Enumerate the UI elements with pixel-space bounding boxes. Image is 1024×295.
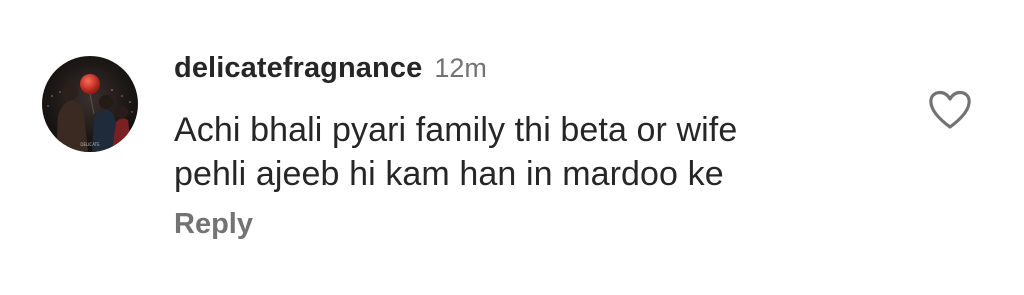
like-button[interactable] <box>928 90 972 130</box>
comment-text-line: Achi bhali pyari family thi beta or wife <box>174 111 738 149</box>
username-link[interactable]: delicatefragnance <box>174 52 422 85</box>
comment-body: delicatefragnance 12m Achi bhali pyari f… <box>174 52 894 241</box>
reply-button[interactable]: Reply <box>174 208 253 241</box>
heart-outline-icon <box>929 90 971 129</box>
comment-text-line: pehli ajeeb hi kam han in mardoo ke <box>174 155 724 193</box>
comment-header: delicatefragnance 12m <box>174 52 894 88</box>
avatar-image: DELICATE <box>42 56 138 152</box>
svg-text:DELICATE: DELICATE <box>80 142 100 147</box>
avatar[interactable]: DELICATE <box>42 56 138 152</box>
comment-item: DELICATE delicatefragnance 12m Achi bhal… <box>0 0 1024 295</box>
comment-timestamp: 12m <box>434 53 487 83</box>
comment-text: Achi bhali pyari family thi beta or wife… <box>174 108 894 196</box>
